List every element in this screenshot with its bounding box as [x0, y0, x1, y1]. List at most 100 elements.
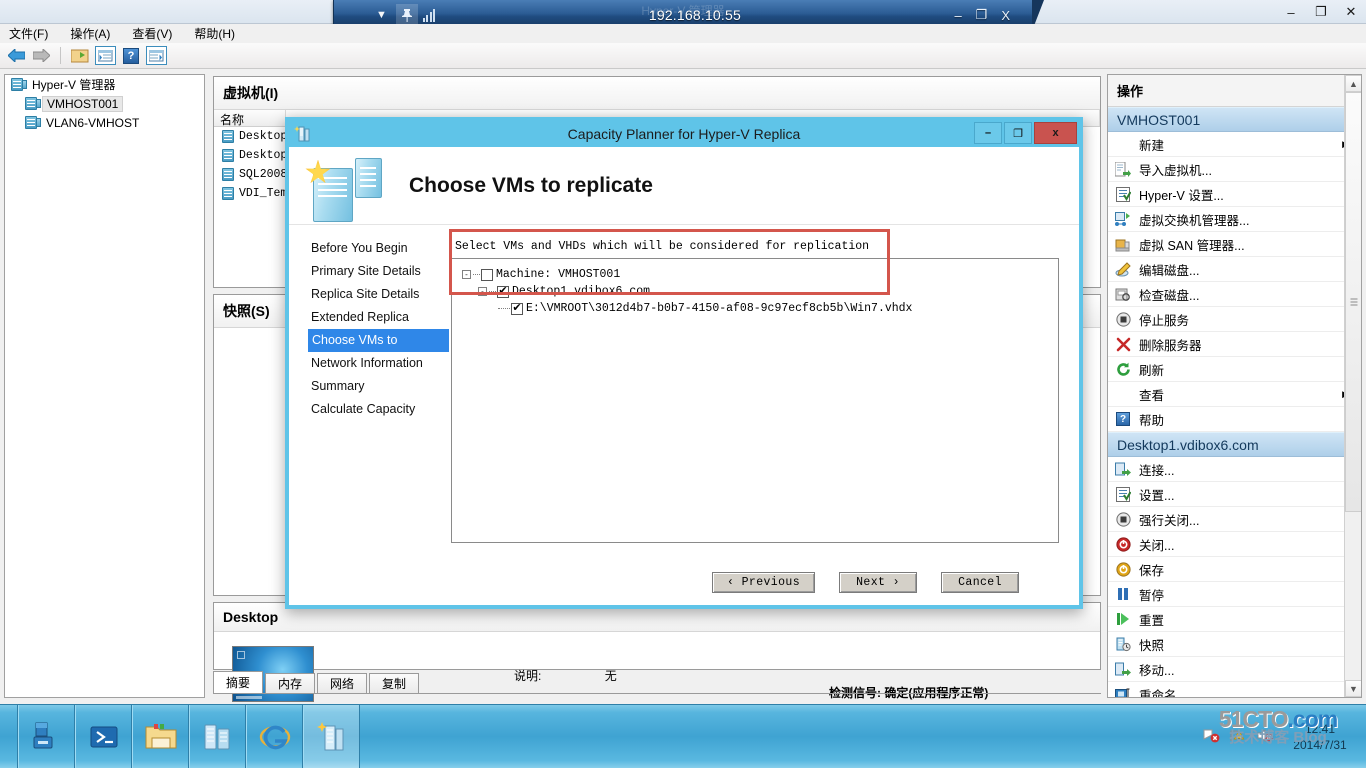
volume-muted-icon[interactable]	[1257, 728, 1274, 746]
action-settings[interactable]: 设置...	[1108, 482, 1361, 507]
action-turn-off[interactable]: 强行关闭...	[1108, 507, 1361, 532]
menu-view[interactable]: 查看(V)	[132, 25, 172, 42]
forward-arrow-icon[interactable]	[31, 46, 51, 66]
scroll-up-button[interactable]: ▲	[1345, 75, 1361, 92]
action-help[interactable]: ? 帮助	[1108, 407, 1361, 432]
tree-node-machine[interactable]: - Machine: VMHOST001	[462, 266, 1058, 283]
connection-minimize-button[interactable]: –	[954, 8, 961, 23]
taskbar-powershell[interactable]	[75, 705, 132, 768]
vm-vhd-tree[interactable]: - Machine: VMHOST001 - ✔ Desktop1.vdibox…	[451, 258, 1059, 543]
nav-primary-site-details[interactable]: Primary Site Details	[308, 260, 449, 283]
collapse-expander-icon[interactable]: -	[462, 270, 471, 279]
tree-node-vm[interactable]: - ✔ Desktop1.vdibox6.com	[462, 283, 1058, 300]
action-inspect-disk[interactable]: 检查磁盘...	[1108, 282, 1361, 307]
show-hide-tree-icon[interactable]	[70, 46, 90, 66]
nav-network-information[interactable]: Network Information	[308, 352, 449, 375]
machine-checkbox[interactable]	[481, 268, 493, 281]
nav-replica-site-details[interactable]: Replica Site Details	[308, 283, 449, 306]
next-button[interactable]: Next ›	[839, 571, 917, 593]
scrollbar-thumb[interactable]	[1345, 92, 1361, 512]
tab-replication[interactable]: 复制	[369, 673, 420, 693]
taskbar-capacity-planner[interactable]	[303, 705, 360, 768]
dialog-close-button[interactable]: x	[1034, 122, 1077, 144]
dialog-restore-button[interactable]: ❐	[1004, 122, 1032, 144]
action-connect[interactable]: 连接...	[1108, 457, 1361, 482]
nav-summary[interactable]: Summary	[308, 375, 449, 398]
nav-before-you-begin[interactable]: Before You Begin	[308, 237, 449, 260]
taskbar-hyper-v-manager[interactable]	[189, 705, 246, 768]
action-move[interactable]: 移动...	[1108, 657, 1361, 682]
actions-title: 操作	[1108, 75, 1361, 107]
taskbar-file-explorer[interactable]	[132, 705, 189, 768]
action-reset[interactable]: 重置	[1108, 607, 1361, 632]
taskbar-server-manager[interactable]	[18, 705, 75, 768]
action-pause[interactable]: 暂停	[1108, 582, 1361, 607]
small-server-graphic	[355, 157, 382, 198]
tab-network[interactable]: 网络	[317, 673, 368, 693]
action-hyperv-settings[interactable]: Hyper-V 设置...	[1108, 182, 1361, 207]
action-refresh[interactable]: 刷新	[1108, 357, 1361, 382]
action-new[interactable]: 新建 ▶	[1108, 132, 1361, 157]
action-import-vm[interactable]: 导入虚拟机...	[1108, 157, 1361, 182]
menu-help[interactable]: 帮助(H)	[194, 25, 235, 42]
pin-icon[interactable]	[395, 4, 418, 26]
cancel-button[interactable]: Cancel	[941, 571, 1019, 593]
help-icon[interactable]: ?	[121, 46, 141, 66]
clock[interactable]: 12:41 2014/7/31	[1284, 721, 1356, 753]
nav-extended-replica-details[interactable]: Extended Replica Details	[308, 306, 449, 347]
tree-node-vlan6-vmhost[interactable]: VLAN6-VMHOST	[5, 113, 204, 132]
collapse-expander-icon[interactable]: -	[478, 287, 487, 296]
action-remove-server[interactable]: 删除服务器	[1108, 332, 1361, 357]
action-shut-down[interactable]: 关闭...	[1108, 532, 1361, 557]
internet-explorer-icon	[259, 725, 290, 749]
column-name[interactable]: 名称	[214, 110, 286, 127]
action-snapshot[interactable]: 快照	[1108, 632, 1361, 657]
connection-restore-button[interactable]: ❐	[976, 7, 988, 23]
show-action-pane-icon[interactable]	[146, 46, 167, 65]
action-rename[interactable]: 重命名...	[1108, 682, 1361, 697]
connection-close-button[interactable]: X	[1001, 8, 1010, 23]
host-minimize-button[interactable]: –	[1276, 0, 1306, 24]
tree-node-vhd[interactable]: ✔ E:\VMROOT\3012d4b7-b0b7-4150-af08-9c97…	[462, 300, 1058, 317]
file-explorer-icon	[145, 723, 176, 748]
tree-connector	[498, 308, 510, 309]
action-label: 关闭...	[1139, 538, 1175, 553]
action-view[interactable]: 查看 ▶	[1108, 382, 1361, 407]
vhd-checkbox[interactable]: ✔	[511, 302, 523, 315]
action-stop-service[interactable]: 停止服务	[1108, 307, 1361, 332]
tab-summary[interactable]: 摘要	[213, 671, 264, 693]
select-vms-label: Select VMs and VHDs which will be consid…	[455, 240, 870, 253]
menu-file[interactable]: 文件(F)	[9, 25, 48, 42]
vm-checkbox[interactable]: ✔	[497, 285, 509, 298]
nav-calculate-capacity[interactable]: Calculate Capacity	[308, 398, 449, 421]
chevron-down-icon[interactable]: ▼	[376, 9, 387, 21]
system-tray: 12:41 2014/7/31	[1193, 705, 1366, 768]
menu-action[interactable]: 操作(A)	[70, 25, 110, 42]
dialog-minimize-button[interactable]: –	[974, 122, 1002, 144]
actions-scrollbar[interactable]: ▲ ▼	[1344, 75, 1361, 697]
shut-down-icon	[1114, 536, 1132, 553]
action-center-warning-icon[interactable]	[1230, 728, 1247, 746]
tree-root-node[interactable]: Hyper-V 管理器	[5, 75, 204, 94]
tree-node-vmhost001[interactable]: VMHOST001	[5, 94, 204, 113]
dialog-titlebar[interactable]: Capacity Planner for Hyper-V Replica – ❐…	[289, 121, 1079, 147]
tab-memory[interactable]: 内存	[265, 673, 316, 693]
connection-title: 192.168.10.55	[648, 7, 741, 23]
back-arrow-icon[interactable]	[6, 46, 26, 66]
host-close-button[interactable]: ✕	[1336, 0, 1366, 24]
properties-icon[interactable]	[95, 46, 116, 65]
actions-group-header-desktop1[interactable]: Desktop1.vdibox6.com ▲	[1108, 432, 1361, 457]
actions-group-header-vmhost001[interactable]: VMHOST001 ▲	[1108, 107, 1361, 132]
nav-choose-vms-to-replicate[interactable]: Choose VMs to Replicate	[308, 329, 449, 370]
host-restore-button[interactable]: ❐	[1306, 0, 1336, 24]
action-save[interactable]: 保存	[1108, 557, 1361, 582]
action-edit-disk[interactable]: 编辑磁盘...	[1108, 257, 1361, 282]
taskbar-internet-explorer[interactable]	[246, 705, 303, 768]
scroll-down-button[interactable]: ▼	[1345, 680, 1361, 697]
action-virtual-switch-manager[interactable]: 虚拟交换机管理器...	[1108, 207, 1361, 232]
previous-button[interactable]: ‹ Previous	[711, 571, 815, 593]
action-virtual-san-manager[interactable]: 虚拟 SAN 管理器...	[1108, 232, 1361, 257]
vswitch-icon	[1114, 211, 1132, 228]
reset-icon	[1114, 611, 1132, 628]
network-error-icon[interactable]	[1203, 728, 1220, 746]
